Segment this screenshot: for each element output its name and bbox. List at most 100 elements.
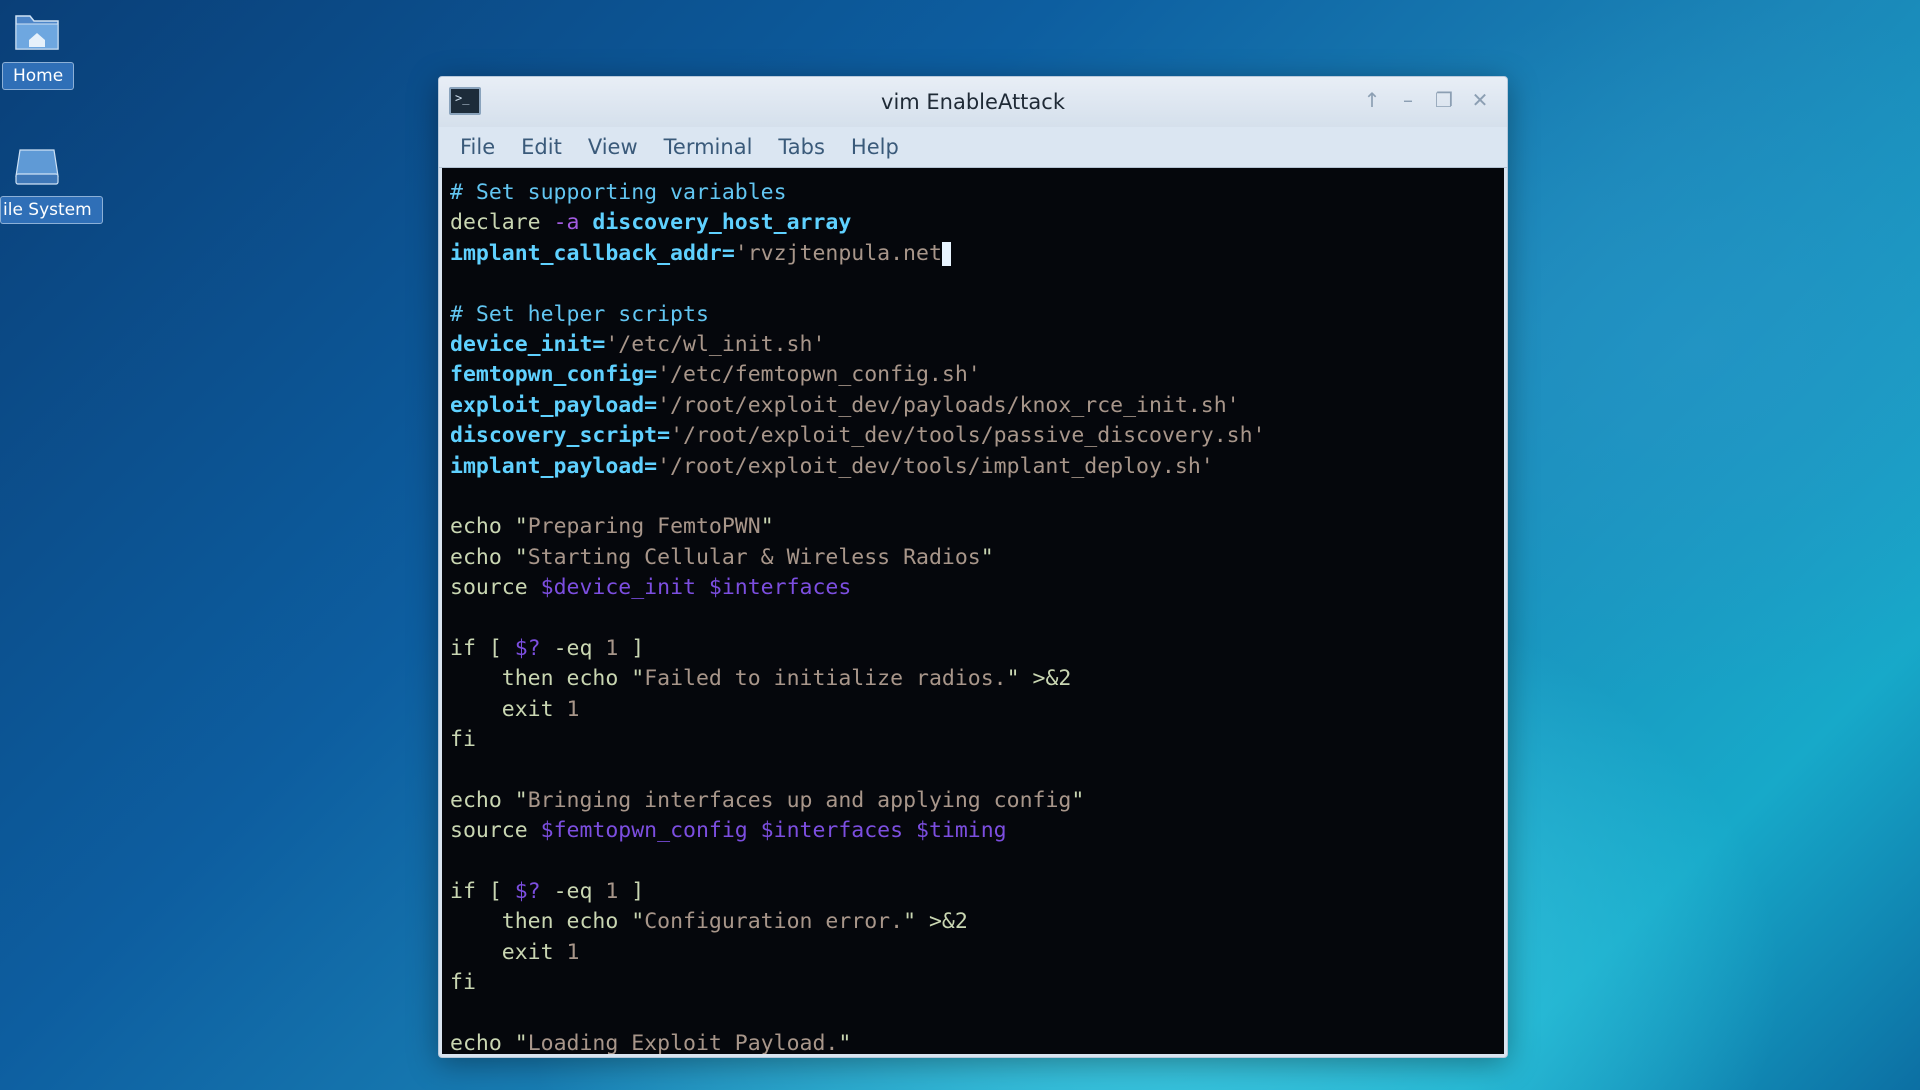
code-identifier: femtopwn_config= — [450, 362, 658, 388]
window-title: vim EnableAttack — [881, 90, 1065, 114]
desktop-icon-label: ile System — [0, 196, 103, 224]
code-keyword: then echo — [501, 909, 632, 935]
drive-icon — [15, 149, 59, 185]
code-quote: " — [980, 544, 994, 570]
code-comment: # Set supporting variables — [450, 180, 787, 205]
code-keyword: exit — [501, 696, 567, 722]
code-redirect: >&2 — [1019, 666, 1072, 692]
code-quote: " — [760, 514, 774, 540]
code-keyword: exit — [501, 939, 567, 965]
code-line: implant_payload='/root/exploit_dev/tools… — [450, 452, 1504, 482]
code-line: exploit_payload='/root/exploit_dev/paylo… — [450, 391, 1504, 421]
desktop-icon-file-system[interactable]: ile System — [0, 144, 103, 224]
code-quote: " — [631, 666, 645, 692]
menu-help[interactable]: Help — [838, 135, 912, 159]
code-line: echo "Bringing interfaces up and applyin… — [450, 786, 1504, 816]
code-line: discovery_script='/root/exploit_dev/tool… — [450, 421, 1504, 451]
code-keyword: fi — [450, 727, 476, 753]
code-string: '/root/exploit_dev/payloads/knox_rce_ini… — [657, 392, 1240, 418]
code-line: declare -a discovery_host_array — [450, 208, 1504, 238]
code-quote: " — [514, 544, 528, 570]
code-string: '/root/exploit_dev/tools/implant_deploy.… — [657, 453, 1214, 479]
code-string: Configuration error. — [644, 909, 904, 935]
code-number: 1 — [566, 696, 580, 722]
code-line: exit 1 — [450, 938, 1504, 968]
code-keyword: echo — [450, 1030, 502, 1054]
code-keyword: if [ — [450, 878, 515, 904]
code-keyword: fi — [450, 970, 476, 996]
code-line: if [ $? -eq 1 ] — [450, 634, 1504, 664]
code-line: exit 1 — [450, 695, 1504, 725]
menu-bar: File Edit View Terminal Tabs Help — [439, 127, 1507, 168]
code-number: 1 — [605, 635, 619, 661]
code-quote: " — [838, 1030, 852, 1054]
code-quote: " — [631, 909, 645, 935]
code-keyword: ] — [618, 635, 645, 661]
maximize-icon[interactable]: ❐ — [1433, 89, 1455, 111]
code-keyword: source — [450, 575, 528, 601]
code-variable: $femtopwn_config $interfaces $timing — [540, 818, 1007, 844]
code-line: echo "Loading Exploit Payload." — [450, 1029, 1504, 1054]
code-number: 1 — [566, 939, 580, 965]
home-folder-icon — [15, 15, 59, 50]
code-option: -a — [553, 210, 580, 236]
code-variable: $device_init $interfaces — [540, 575, 852, 601]
code-keyword: then echo — [501, 666, 632, 692]
code-line: source $femtopwn_config $interfaces $tim… — [450, 816, 1504, 846]
code-line: # Set supporting variables — [450, 178, 1504, 208]
code-keyword: if [ — [450, 635, 515, 661]
code-keyword: echo — [450, 514, 502, 540]
desktop-icon-home[interactable]: Home — [2, 10, 75, 90]
code-quote: " — [514, 514, 528, 540]
code-line: fi — [450, 968, 1504, 998]
code-operator: -eq — [540, 878, 606, 904]
code-string: Failed to initialize radios. — [644, 666, 1007, 692]
title-bar[interactable]: >_ vim EnableAttack ↑ – ❐ ✕ — [439, 77, 1507, 127]
code-line: if [ $? -eq 1 ] — [450, 877, 1504, 907]
code-line: # Set helper scripts — [450, 300, 1504, 330]
terminal-window: >_ vim EnableAttack ↑ – ❐ ✕ File Edit Vi… — [438, 76, 1508, 1058]
code-line: then echo "Configuration error." >&2 — [450, 907, 1504, 937]
code-line: femtopwn_config='/etc/femtopwn_config.sh… — [450, 360, 1504, 390]
text-cursor — [941, 241, 951, 266]
code-string: '/etc/wl_init.sh' — [605, 331, 826, 357]
code-quote: " — [903, 909, 917, 935]
code-keyword: source — [450, 818, 528, 844]
code-string: 'rvzjtenpula.net — [734, 240, 942, 266]
code-quote: " — [514, 787, 528, 813]
code-string: Bringing interfaces up and applying conf… — [527, 787, 1072, 813]
terminal-app-icon: >_ — [449, 87, 481, 115]
code-line: implant_callback_addr='rvzjtenpula.net — [450, 239, 1504, 269]
code-line: then echo "Failed to initialize radios."… — [450, 664, 1504, 694]
code-variable: $? — [514, 635, 541, 661]
code-line: echo "Preparing FemtoPWN" — [450, 512, 1504, 542]
code-keyword: ] — [618, 878, 645, 904]
roll-up-icon[interactable]: ↑ — [1361, 89, 1383, 111]
code-identifier: implant_payload= — [450, 453, 658, 479]
code-identifier: device_init= — [450, 331, 606, 357]
code-keyword: echo — [450, 787, 502, 813]
minimize-icon[interactable]: – — [1397, 89, 1419, 111]
code-quote: " — [1006, 666, 1020, 692]
window-controls: ↑ – ❐ ✕ — [1361, 89, 1491, 111]
close-icon[interactable]: ✕ — [1469, 89, 1491, 111]
menu-view[interactable]: View — [575, 135, 651, 159]
terminal-text-area[interactable]: # Set supporting variables declare -a dis… — [442, 168, 1504, 1054]
code-line: source $device_init $interfaces — [450, 573, 1504, 603]
menu-terminal[interactable]: Terminal — [651, 135, 766, 159]
code-string: Preparing FemtoPWN — [527, 514, 761, 540]
menu-tabs[interactable]: Tabs — [765, 135, 838, 159]
code-quote: " — [1071, 787, 1085, 813]
code-number: 1 — [605, 878, 619, 904]
code-comment: # Set helper scripts — [450, 301, 709, 327]
menu-edit[interactable]: Edit — [508, 135, 575, 159]
code-line: device_init='/etc/wl_init.sh' — [450, 330, 1504, 360]
desktop-icon-label: Home — [2, 62, 75, 90]
code-identifier: discovery_script= — [450, 423, 671, 449]
menu-file[interactable]: File — [447, 135, 508, 159]
